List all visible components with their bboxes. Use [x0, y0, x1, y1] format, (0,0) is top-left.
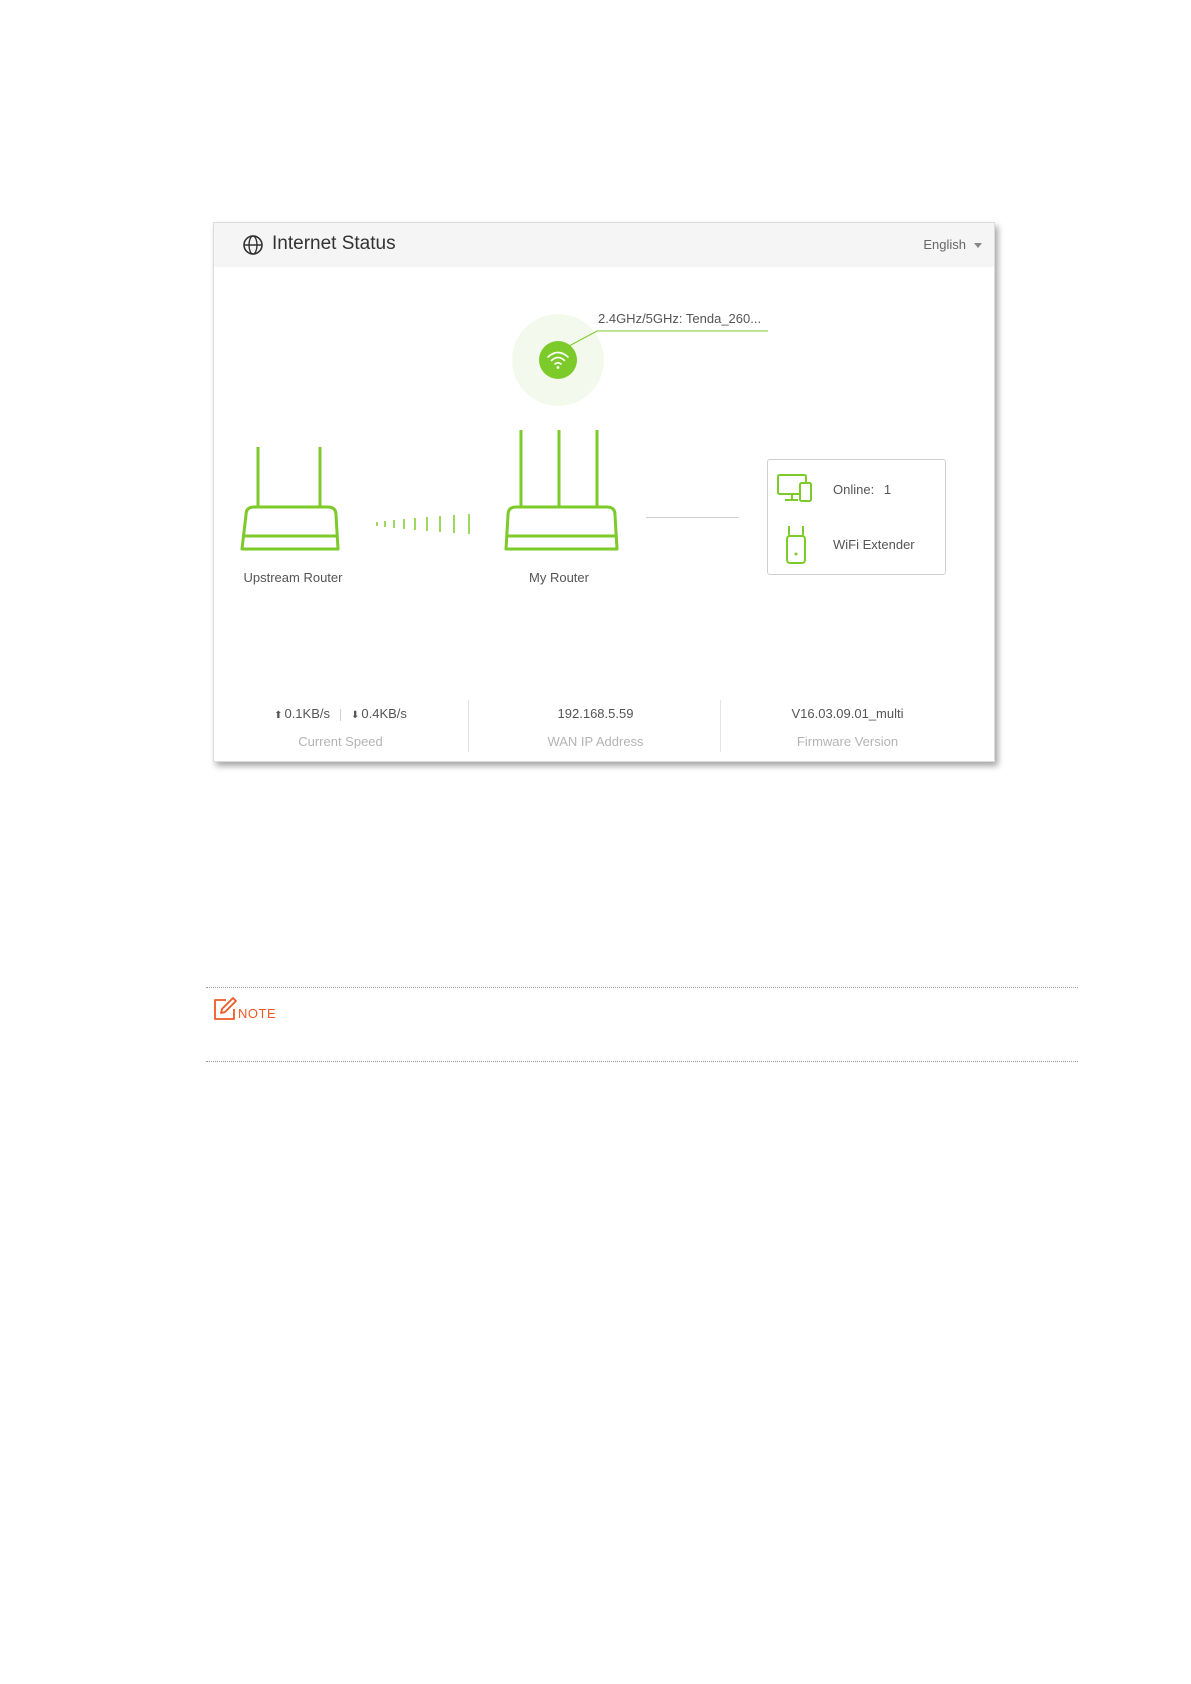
wan-ip-label: WAN IP Address [547, 734, 644, 749]
download-speed: 0.4KB/s [361, 706, 407, 721]
current-speed-label: Current Speed [298, 734, 383, 749]
arrow-down-icon: ⬇ [351, 710, 360, 721]
speed-divider [340, 708, 341, 721]
wifi-icon-button[interactable] [539, 341, 577, 379]
my-router-icon [504, 430, 619, 551]
wan-ip-value: 192.168.5.59 [557, 706, 634, 721]
my-router-label: My Router [529, 570, 589, 585]
current-speed-stat: ⬆ 0.1KB/s ⬇ 0.4KB/s Current Speed [214, 700, 467, 752]
upstream-router-icon [240, 447, 340, 551]
speed-values: ⬆ 0.1KB/s ⬇ 0.4KB/s [214, 706, 467, 721]
note-bottom-rule [206, 1061, 1078, 1062]
online-devices-row[interactable]: Online: 1 [776, 472, 941, 512]
note-pencil-icon [214, 997, 237, 1020]
note-top-rule [206, 987, 1078, 988]
wireless-signal-icon [376, 514, 470, 534]
clients-box: Online: 1 WiFi Extender [767, 459, 946, 575]
wan-ip-stat: 192.168.5.59 WAN IP Address [469, 700, 722, 752]
status-stats: ⬆ 0.1KB/s ⬇ 0.4KB/s Current Speed 192.168.5… [214, 700, 994, 752]
wifi-extender-row[interactable]: WiFi Extender [776, 526, 941, 566]
wifi-icon [547, 351, 569, 369]
wifi-extender-label: WiFi Extender [833, 537, 915, 552]
wifi-extender-icon [786, 526, 806, 564]
online-label: Online: [833, 482, 875, 497]
ssid-label[interactable]: 2.4GHz/5GHz: Tenda_260... [598, 311, 761, 326]
online-count: 1 [883, 482, 892, 497]
connector-line [646, 517, 739, 518]
upload-speed: 0.1KB/s [284, 706, 330, 721]
devices-icon [777, 474, 812, 502]
firmware-label: Firmware Version [796, 734, 899, 749]
firmware-stat: V16.03.09.01_multi Firmware Version [721, 700, 974, 752]
note-label: NOTE [238, 1006, 277, 1021]
arrow-up-icon: ⬆ [274, 710, 283, 721]
firmware-value: V16.03.09.01_multi [791, 706, 904, 721]
upstream-router-label: Upstream Router [243, 570, 343, 585]
internet-status-panel: Internet Status English 2.4GHz/5GHz: Ten… [213, 222, 995, 762]
